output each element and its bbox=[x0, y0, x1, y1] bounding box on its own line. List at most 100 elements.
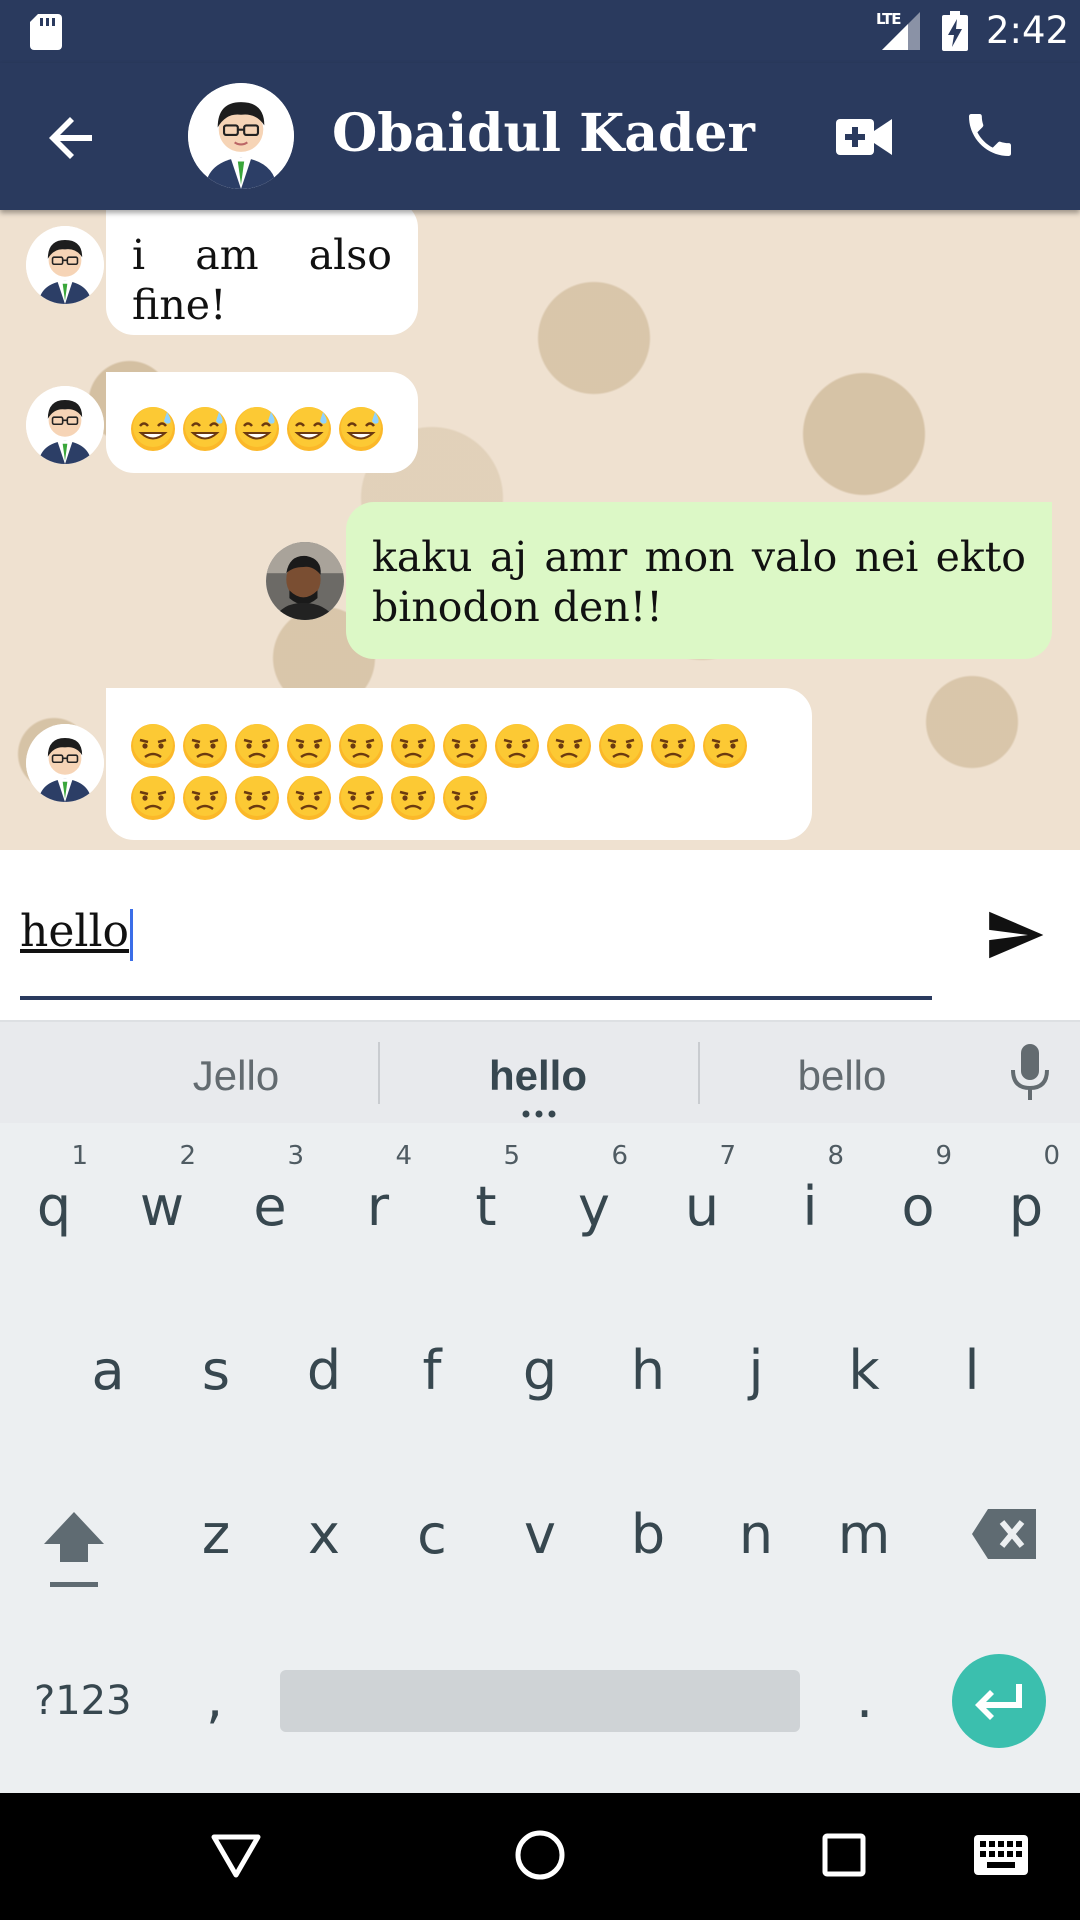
message-input[interactable]: hello bbox=[20, 900, 932, 1000]
more-suggestions-dots-icon[interactable] bbox=[520, 1110, 560, 1118]
sender-avatar[interactable] bbox=[26, 226, 104, 304]
key-q[interactable]: q1 bbox=[0, 1123, 108, 1273]
message-bubble-outgoing[interactable]: kaku aj amr mon valo nei ekto binodon den!! bbox=[346, 502, 1052, 659]
key-p[interactable]: p0 bbox=[972, 1123, 1080, 1273]
battery-charging-icon bbox=[942, 11, 968, 51]
key-label: u bbox=[684, 1175, 720, 1238]
contact-avatar[interactable] bbox=[188, 83, 294, 189]
key-label: g bbox=[522, 1339, 558, 1402]
key-g[interactable]: g bbox=[486, 1287, 594, 1437]
message-bubble-incoming[interactable] bbox=[106, 688, 812, 840]
smiling-face-with-sweat-emoji-icon bbox=[339, 406, 383, 451]
key-hint-number: 3 bbox=[287, 1141, 304, 1171]
space-bar[interactable] bbox=[280, 1670, 800, 1732]
key-hint-number: 5 bbox=[503, 1141, 520, 1171]
shift-icon[interactable] bbox=[42, 1508, 106, 1594]
key-label: t bbox=[475, 1175, 497, 1238]
frowning-face-emoji-icon bbox=[495, 723, 539, 768]
key-u[interactable]: u7 bbox=[648, 1123, 756, 1273]
key-d[interactable]: d bbox=[270, 1287, 378, 1437]
nav-back-icon[interactable] bbox=[210, 1833, 262, 1879]
key-f[interactable]: f bbox=[378, 1287, 486, 1437]
key-label: o bbox=[901, 1175, 935, 1238]
key-t[interactable]: t5 bbox=[432, 1123, 540, 1273]
key-k[interactable]: k bbox=[810, 1287, 918, 1437]
key-hint-number: 2 bbox=[179, 1141, 196, 1171]
sd-card-icon bbox=[30, 14, 62, 50]
suggestion-center[interactable]: hello bbox=[388, 1052, 688, 1100]
nav-recents-icon[interactable] bbox=[822, 1833, 866, 1877]
suggestion-left[interactable]: Jello bbox=[86, 1052, 386, 1100]
key-hint-number: 6 bbox=[611, 1141, 628, 1171]
message-list[interactable]: i am also fine! kaku aj amr mon valo nei ekto bbox=[0, 210, 1080, 850]
businessman-avatar-icon bbox=[188, 83, 294, 189]
phone-icon[interactable] bbox=[962, 107, 1018, 163]
key-hint-number: 9 bbox=[935, 1141, 952, 1171]
key-o[interactable]: o9 bbox=[864, 1123, 972, 1273]
key-e[interactable]: e3 bbox=[216, 1123, 324, 1273]
message-bubble-incoming[interactable] bbox=[106, 372, 418, 473]
system-navigation-bar bbox=[0, 1793, 1080, 1920]
keyboard-switch-icon[interactable] bbox=[974, 1835, 1028, 1875]
contact-name[interactable]: Obaidul Kader bbox=[332, 103, 755, 164]
key-label: p bbox=[1008, 1175, 1044, 1238]
key-l[interactable]: l bbox=[918, 1287, 1026, 1437]
period-key[interactable]: . bbox=[856, 1667, 873, 1730]
key-label: h bbox=[630, 1339, 666, 1402]
enter-key[interactable] bbox=[952, 1654, 1046, 1748]
text-caret bbox=[130, 908, 134, 961]
message-bubble-incoming[interactable]: i am also fine! bbox=[106, 210, 418, 335]
key-v[interactable]: v bbox=[486, 1451, 594, 1601]
frowning-face-emoji-icon bbox=[339, 723, 383, 768]
suggestion-strip: Jello hello bello bbox=[0, 1020, 1080, 1123]
key-c[interactable]: c bbox=[378, 1451, 486, 1601]
key-s[interactable]: s bbox=[162, 1287, 270, 1437]
message-text-line: i am also bbox=[132, 231, 392, 279]
key-m[interactable]: m bbox=[810, 1451, 918, 1601]
frowning-face-emoji-icon bbox=[391, 723, 435, 768]
my-avatar[interactable] bbox=[266, 542, 344, 620]
backspace-icon[interactable] bbox=[972, 1509, 1036, 1559]
frowning-face-emoji-icon bbox=[443, 776, 487, 820]
key-label: q bbox=[36, 1175, 72, 1238]
enter-arrow-icon bbox=[975, 1684, 1022, 1720]
suggestion-divider bbox=[378, 1042, 380, 1104]
key-label: i bbox=[802, 1175, 818, 1238]
sender-avatar[interactable] bbox=[26, 724, 104, 802]
message-text-line: kaku aj amr mon valo nei ekto bbox=[372, 533, 1026, 581]
message-input-value: hello bbox=[20, 906, 130, 957]
key-label: v bbox=[524, 1503, 556, 1566]
key-w[interactable]: w2 bbox=[108, 1123, 216, 1273]
key-y[interactable]: y6 bbox=[540, 1123, 648, 1273]
frowning-face-emoji-icon bbox=[235, 776, 279, 820]
key-b[interactable]: b bbox=[594, 1451, 702, 1601]
key-j[interactable]: j bbox=[702, 1287, 810, 1437]
comma-key[interactable]: , bbox=[206, 1667, 223, 1730]
frowning-face-emoji-icon bbox=[131, 776, 175, 820]
microphone-icon[interactable] bbox=[1010, 1044, 1050, 1102]
key-h[interactable]: h bbox=[594, 1287, 702, 1437]
nav-home-icon[interactable] bbox=[514, 1829, 566, 1881]
key-i[interactable]: i8 bbox=[756, 1123, 864, 1273]
key-z[interactable]: z bbox=[162, 1451, 270, 1601]
back-arrow-icon[interactable] bbox=[44, 110, 100, 166]
key-label: m bbox=[837, 1503, 891, 1566]
key-a[interactable]: a bbox=[54, 1287, 162, 1437]
frowning-face-emoji-icon bbox=[703, 723, 747, 768]
composer: hello bbox=[0, 850, 1080, 1020]
send-icon[interactable] bbox=[984, 904, 1046, 966]
smiling-face-with-sweat-emoji-icon bbox=[183, 406, 227, 451]
sender-avatar[interactable] bbox=[26, 386, 104, 464]
key-x[interactable]: x bbox=[270, 1451, 378, 1601]
key-hint-number: 1 bbox=[71, 1141, 88, 1171]
key-hint-number: 4 bbox=[395, 1141, 412, 1171]
suggestion-right[interactable]: bello bbox=[692, 1052, 992, 1100]
video-call-icon[interactable] bbox=[836, 113, 892, 161]
key-label: j bbox=[748, 1339, 764, 1402]
key-label: w bbox=[139, 1175, 185, 1238]
symbols-key[interactable]: ?123 bbox=[34, 1678, 132, 1724]
smiling-face-with-sweat-emoji-icon bbox=[235, 406, 279, 451]
key-r[interactable]: r4 bbox=[324, 1123, 432, 1273]
key-n[interactable]: n bbox=[702, 1451, 810, 1601]
key-label: x bbox=[308, 1503, 340, 1566]
